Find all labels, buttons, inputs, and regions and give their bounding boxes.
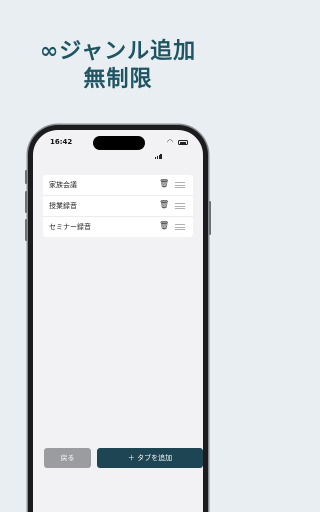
headline-line-2: 無制限 [83, 67, 153, 92]
trash-icon[interactable]: 🗑 [159, 200, 169, 209]
status-time: 16:42 [50, 138, 73, 146]
dynamic-island [93, 136, 145, 150]
signal-icon [155, 140, 162, 159]
drag-handle-icon[interactable] [175, 224, 185, 232]
genre-label: セミナー録音 [49, 223, 91, 231]
phone-frame: 16:42 ◠ 家族会議 🗑 授業録音 🗑 セミナー録音 🗑 戻る ＋ タブを追… [25, 125, 211, 512]
volume-down-button [25, 191, 27, 213]
wifi-icon: ◠ [167, 138, 174, 146]
drag-handle-icon[interactable] [175, 182, 185, 190]
list-item[interactable]: 家族会議 🗑 [43, 175, 193, 196]
trash-icon[interactable]: 🗑 [159, 179, 169, 188]
list-item[interactable]: セミナー録音 🗑 [43, 217, 193, 237]
app-screen: 16:42 ◠ 家族会議 🗑 授業録音 🗑 セミナー録音 🗑 戻る ＋ タブを追… [33, 130, 203, 512]
drag-handle-icon[interactable] [175, 203, 185, 211]
power-button [209, 201, 211, 235]
headline-line-1: ∞ジャンル追加 [39, 39, 197, 64]
genre-list: 家族会議 🗑 授業録音 🗑 セミナー録音 🗑 [43, 175, 193, 237]
battery-icon [178, 140, 188, 145]
trash-icon[interactable]: 🗑 [159, 221, 169, 230]
promo-headline: ∞ジャンル追加 無制限 [0, 38, 236, 94]
volume-down-button-2 [25, 219, 27, 241]
status-bar: 16:42 ◠ [33, 130, 203, 159]
list-item[interactable]: 授業録音 🗑 [43, 196, 193, 217]
genre-label: 家族会議 [49, 181, 77, 189]
add-tab-button[interactable]: ＋ タブを追加 [97, 448, 203, 468]
volume-up-button [25, 170, 27, 184]
genre-label: 授業録音 [49, 202, 77, 210]
back-button[interactable]: 戻る [44, 448, 91, 468]
